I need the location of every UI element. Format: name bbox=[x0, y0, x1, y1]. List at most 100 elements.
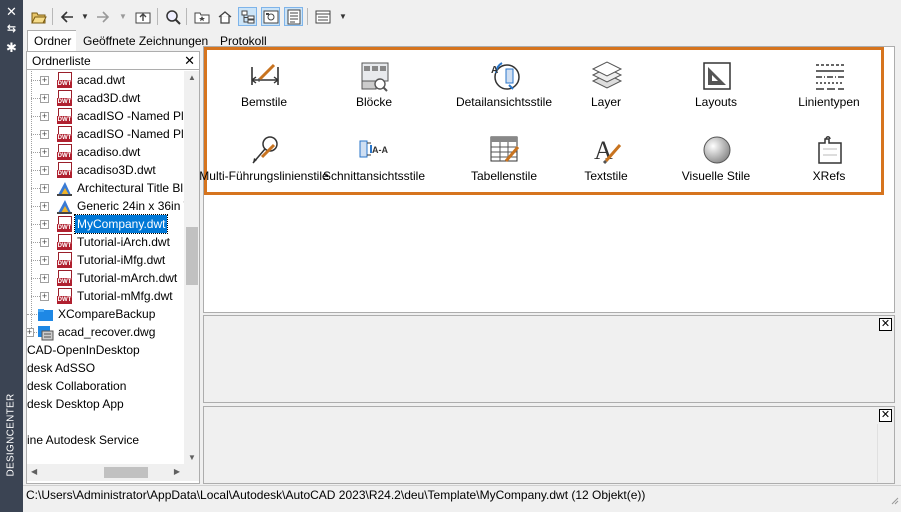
dwt-file-icon: DWT bbox=[56, 252, 73, 269]
tree-item-label: acadISO -Named Plo bbox=[77, 109, 184, 123]
scroll-right-icon[interactable]: ▶ bbox=[174, 467, 180, 476]
dwg-file-icon bbox=[37, 324, 54, 341]
expand-icon[interactable]: + bbox=[40, 220, 49, 229]
tree-item[interactable]: desk Collaboration bbox=[27, 377, 184, 395]
properties-icon[interactable]: ✱ bbox=[4, 40, 19, 55]
expand-icon[interactable]: + bbox=[40, 112, 49, 121]
tab-ordner[interactable]: Ordner bbox=[27, 30, 79, 52]
dwt-file-icon: DWT bbox=[56, 144, 73, 161]
folder-tree-panel: Ordnerliste ✕ + DWT acad.dwt + DWT acad3D.dwt… bbox=[26, 51, 200, 484]
tree-item[interactable]: + DWT acad3D.dwt bbox=[27, 89, 184, 107]
tree-item[interactable]: CAD-OpenInDesktop bbox=[27, 341, 184, 359]
tree-item[interactable]: + DWT acadiso.dwt bbox=[27, 143, 184, 161]
tree-item[interactable]: + DWT Tutorial-iArch.dwt bbox=[27, 233, 184, 251]
expand-icon[interactable]: + bbox=[40, 238, 49, 247]
content-item[interactable]: A Textstile bbox=[546, 133, 666, 193]
close-icon[interactable]: ✕ bbox=[879, 409, 892, 422]
expand-icon[interactable]: + bbox=[40, 166, 49, 175]
expand-icon[interactable]: + bbox=[40, 94, 49, 103]
expand-icon[interactable]: + bbox=[40, 76, 49, 85]
expand-icon[interactable]: + bbox=[27, 328, 34, 337]
palette-title[interactable]: DESIGNCENTER bbox=[3, 387, 19, 482]
tree-item[interactable]: + Generic 24in x 36in T bbox=[27, 197, 184, 215]
tree-item-label: ine Autodesk Service bbox=[27, 433, 140, 447]
preview-icon[interactable] bbox=[261, 7, 280, 26]
expand-icon[interactable]: + bbox=[40, 274, 49, 283]
dwt-file-icon: DWT bbox=[56, 90, 73, 107]
layout-icon bbox=[700, 59, 734, 93]
content-item[interactable]: Multi-Führungslinienstile bbox=[199, 133, 329, 193]
tree-item[interactable]: XCompareBackup bbox=[27, 305, 184, 323]
tree-item-label: Tutorial-mArch.dwt bbox=[77, 271, 178, 285]
tree-item[interactable]: + acad_recover.dwg bbox=[27, 323, 184, 341]
expand-icon[interactable]: + bbox=[40, 292, 49, 301]
resize-grip-icon[interactable] bbox=[889, 495, 899, 505]
forward-icon[interactable] bbox=[93, 7, 112, 26]
tree-item[interactable]: + DWT acadiso3D.dwt bbox=[27, 161, 184, 179]
tree-item[interactable]: + DWT Tutorial-mArch.dwt bbox=[27, 269, 184, 287]
tree-item-label: Tutorial-iMfg.dwt bbox=[77, 253, 166, 267]
load-icon[interactable] bbox=[29, 7, 48, 26]
description-pane: ✕ bbox=[203, 406, 895, 484]
expand-icon[interactable]: + bbox=[40, 184, 49, 193]
content-item[interactable]: Linientypen bbox=[769, 59, 889, 119]
content-area: Bemstile Blöcke A Detailansichtsstile Layer L… bbox=[199, 46, 895, 313]
toolbar: ▼ ▼ ▼ bbox=[23, 0, 901, 32]
back-dropdown-icon[interactable]: ▼ bbox=[81, 12, 89, 21]
tree-item[interactable]: + Architectural Title Bl bbox=[27, 179, 184, 197]
expand-icon[interactable]: + bbox=[40, 130, 49, 139]
visualstyle-icon bbox=[700, 133, 734, 167]
dwt-file-icon: DWT bbox=[56, 108, 73, 125]
expand-icon[interactable]: + bbox=[40, 256, 49, 265]
scroll-thumb[interactable] bbox=[186, 227, 198, 285]
tree-horizontal-scrollbar[interactable]: ◀ ▶ bbox=[27, 464, 184, 481]
description-icon[interactable] bbox=[284, 7, 303, 26]
content-item[interactable]: XRefs bbox=[769, 133, 889, 193]
scroll-down-icon[interactable]: ▼ bbox=[188, 453, 196, 462]
forward-dropdown-icon[interactable]: ▼ bbox=[119, 12, 127, 21]
dwt-file-icon: DWT bbox=[56, 72, 73, 89]
dwt-file-icon: DWT bbox=[56, 288, 73, 305]
scroll-thumb[interactable] bbox=[104, 467, 148, 478]
content-item[interactable]: Layouts bbox=[656, 59, 776, 119]
tree-item-label: desk Collaboration bbox=[27, 379, 127, 393]
autohide-icon[interactable]: ⇆ bbox=[4, 22, 19, 37]
tree-item[interactable]: ine Autodesk Service bbox=[27, 431, 184, 449]
linetype-icon bbox=[813, 59, 847, 93]
up-icon[interactable] bbox=[133, 7, 152, 26]
favorites-icon[interactable] bbox=[192, 7, 211, 26]
tree-item[interactable]: + DWT Tutorial-iMfg.dwt bbox=[27, 251, 184, 269]
search-icon[interactable] bbox=[163, 7, 182, 26]
tree-item[interactable]: desk Desktop App bbox=[27, 395, 184, 413]
tab-open-drawings[interactable]: Geöffnete Zeichnungen bbox=[76, 30, 216, 51]
scroll-up-icon[interactable]: ▲ bbox=[188, 73, 196, 82]
tree-vertical-scrollbar[interactable]: ▲ ▼ bbox=[184, 71, 199, 464]
close-icon[interactable]: ✕ bbox=[184, 53, 195, 69]
tree-item[interactable]: + DWT acad.dwt bbox=[27, 71, 184, 89]
content-item[interactable]: Blöcke bbox=[314, 59, 434, 119]
content-item[interactable]: Visuelle Stile bbox=[656, 133, 776, 193]
home-icon[interactable] bbox=[215, 7, 234, 26]
svg-text:A-A: A-A bbox=[372, 145, 388, 155]
close-icon[interactable]: ✕ bbox=[879, 318, 892, 331]
views-dropdown-icon[interactable]: ▼ bbox=[339, 12, 347, 21]
tree-view-icon[interactable] bbox=[238, 7, 257, 26]
tree-item[interactable]: + DWT acadISO -Named Plo bbox=[27, 107, 184, 125]
tree-item[interactable]: + DWT acadISO -Named Plo bbox=[27, 125, 184, 143]
expand-icon[interactable]: + bbox=[40, 202, 49, 211]
tree-item[interactable]: + DWT Tutorial-mMfg.dwt bbox=[27, 287, 184, 305]
close-icon[interactable]: ✕ bbox=[4, 4, 19, 19]
content-item[interactable]: Bemstile bbox=[204, 59, 324, 119]
back-icon[interactable] bbox=[57, 7, 76, 26]
scroll-left-icon[interactable]: ◀ bbox=[31, 467, 37, 476]
content-item[interactable]: A-A Schnittansichtsstile bbox=[314, 133, 434, 193]
dwt-file-icon: DWT bbox=[56, 162, 73, 179]
tree-item[interactable]: + DWT MyCompany.dwt bbox=[27, 214, 184, 234]
tree-item[interactable]: desk AdSSO bbox=[27, 359, 184, 377]
content-item[interactable]: Layer bbox=[546, 59, 666, 119]
views-icon[interactable] bbox=[313, 7, 332, 26]
description-scrollbar[interactable] bbox=[877, 424, 893, 482]
expand-icon[interactable]: + bbox=[40, 148, 49, 157]
tree-item[interactable] bbox=[27, 413, 184, 431]
folder-list-title: Ordnerliste bbox=[32, 54, 91, 68]
